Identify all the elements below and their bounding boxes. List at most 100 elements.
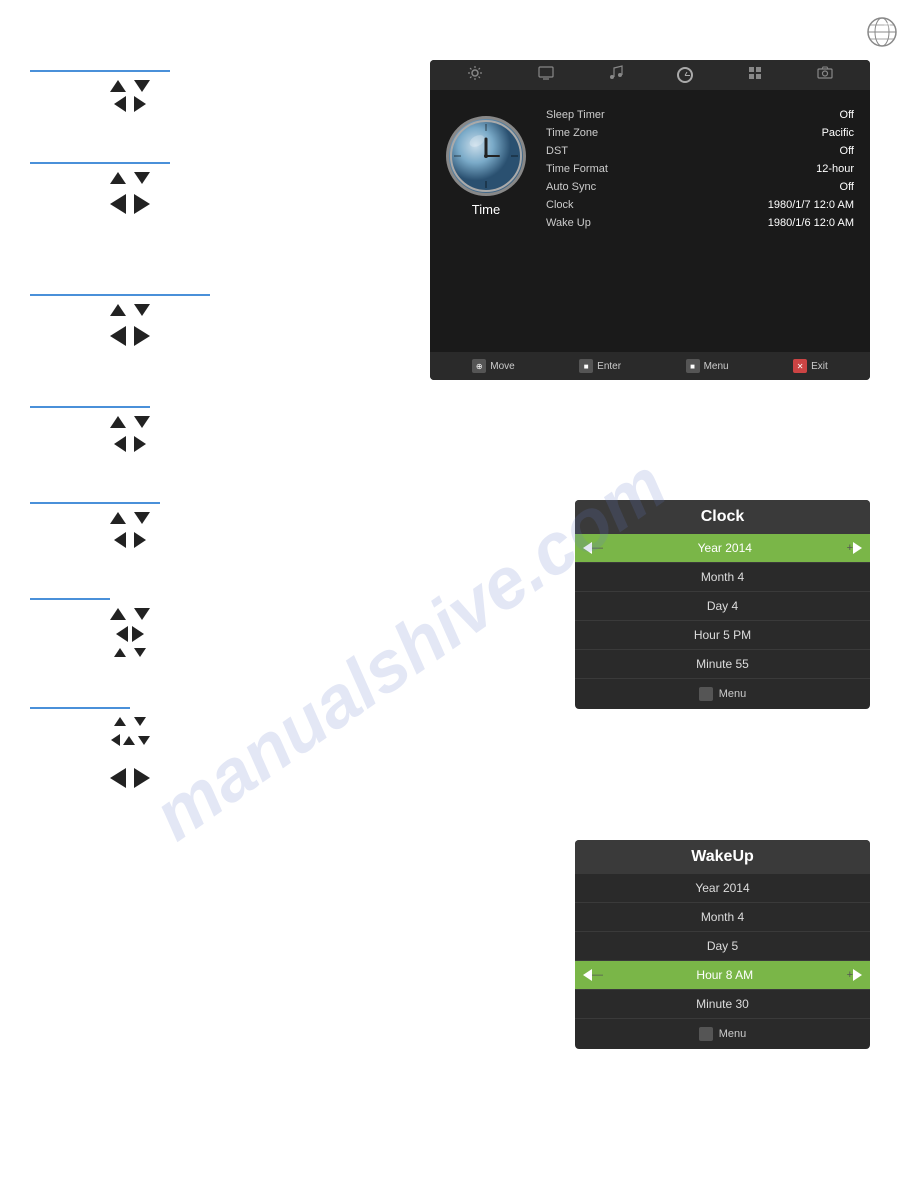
clock-minute-row[interactable]: Minute 55 (575, 650, 870, 679)
wakeup-hour-left-arrow[interactable] (583, 969, 592, 981)
arrow-down-icon[interactable] (134, 512, 150, 524)
wakeup-hour-minus[interactable]: — (592, 969, 603, 981)
wakeup-month-row[interactable]: Month 4 (575, 903, 870, 932)
camera-toolbar-icon (817, 66, 833, 84)
arrows-6 (30, 608, 230, 657)
section-divider-5 (30, 502, 160, 504)
arrow-up-sm-icon[interactable] (114, 648, 126, 657)
arrow-up-sm-icon[interactable] (123, 736, 135, 745)
arrows-7 (30, 717, 230, 788)
arrow-right-large-icon[interactable] (134, 768, 150, 788)
arrow-down-icon[interactable] (134, 608, 150, 620)
arrow-left-icon[interactable] (114, 532, 126, 548)
setting-clock: Clock 1980/1/7 12:0 AM (546, 196, 854, 214)
section-divider-2 (30, 162, 170, 164)
nav-section-4 (30, 406, 230, 452)
setting-auto-sync: Auto Sync Off (546, 178, 854, 196)
clock-image (446, 116, 526, 196)
section-divider-6 (30, 598, 110, 600)
gear-toolbar-icon (467, 65, 483, 86)
arrow-right-icon[interactable] (134, 96, 146, 112)
arrow-left-sm-icon[interactable] (111, 734, 120, 746)
arrow-left-large-icon[interactable] (110, 194, 126, 214)
setting-time-zone: Time Zone Pacific (546, 124, 854, 142)
arrow-left-large-icon[interactable] (110, 326, 126, 346)
setting-dst: DST Off (546, 142, 854, 160)
wakeup-panel-bottom: Menu (575, 1019, 870, 1049)
music-toolbar-icon (609, 65, 623, 86)
clock-toolbar-icon (677, 67, 693, 83)
clock-panel-title: Clock (575, 500, 870, 534)
time-settings-list: Sleep Timer Off Time Zone Pacific DST Of… (546, 106, 854, 232)
clock-year-row[interactable]: — Year 2014 + (575, 534, 870, 563)
arrow-left-icon[interactable] (114, 96, 126, 112)
arrow-up-icon[interactable] (110, 80, 126, 92)
section-divider-4 (30, 406, 150, 408)
clock-day-row[interactable]: Day 4 (575, 592, 870, 621)
clock-year-right-arrow[interactable] (853, 542, 862, 554)
arrow-down-icon[interactable] (134, 172, 150, 184)
clock-year-minus[interactable]: — (592, 542, 603, 554)
menu-icon: ■ (686, 359, 700, 373)
arrow-right-large-icon[interactable] (134, 326, 150, 346)
arrows-3 (30, 304, 230, 346)
arrow-left-large-icon[interactable] (110, 768, 126, 788)
arrow-down-sm-icon[interactable] (134, 717, 146, 726)
clock-panel: Clock — Year 2014 + Month 4 Day 4 Hour 5… (575, 500, 870, 709)
arrow-left-icon[interactable] (116, 626, 128, 642)
exit-button[interactable]: ✕ Exit (793, 359, 828, 373)
grid-toolbar-icon (748, 66, 762, 85)
clock-menu-icon (699, 687, 713, 701)
enter-button[interactable]: ■ Enter (579, 359, 621, 373)
menu-button[interactable]: ■ Menu (686, 359, 729, 373)
wakeup-minute-row[interactable]: Minute 30 (575, 990, 870, 1019)
arrow-down-icon[interactable] (134, 304, 150, 316)
arrow-up-sm-icon[interactable] (114, 717, 126, 726)
move-button[interactable]: ⊕ Move (472, 359, 514, 373)
globe-icon (866, 16, 898, 48)
clock-hour-row[interactable]: Hour 5 PM (575, 621, 870, 650)
nav-section-6 (30, 598, 230, 657)
wakeup-panel-title: WakeUp (575, 840, 870, 874)
arrow-right-icon[interactable] (132, 626, 144, 642)
arrow-down-icon[interactable] (134, 416, 150, 428)
section-divider-7 (30, 707, 130, 709)
time-label: Time (472, 202, 500, 217)
exit-icon: ✕ (793, 359, 807, 373)
arrow-up-icon[interactable] (110, 304, 126, 316)
time-menu-toolbar (430, 60, 870, 90)
nav-section-7 (30, 707, 230, 788)
monitor-toolbar-icon (538, 66, 554, 85)
arrow-down-sm-icon[interactable] (134, 648, 146, 657)
arrow-up-icon[interactable] (110, 172, 126, 184)
arrow-right-icon[interactable] (134, 436, 146, 452)
move-icon: ⊕ (472, 359, 486, 373)
nav-section-2 (30, 162, 230, 214)
wakeup-hour-right-arrow[interactable] (853, 969, 862, 981)
arrow-right-large-icon[interactable] (134, 194, 150, 214)
arrow-down-sm-icon[interactable] (138, 736, 150, 745)
arrow-up-icon[interactable] (110, 608, 126, 620)
nav-section-3 (30, 294, 230, 346)
wakeup-day-row[interactable]: Day 5 (575, 932, 870, 961)
arrows-5 (30, 512, 230, 548)
arrow-up-icon[interactable] (110, 512, 126, 524)
time-menu-bottom-bar: ⊕ Move ■ Enter ■ Menu ✕ Exit (430, 352, 870, 380)
nav-section-1 (30, 70, 230, 112)
arrow-right-icon[interactable] (134, 532, 146, 548)
section-divider-3 (30, 294, 210, 296)
wakeup-year-row[interactable]: Year 2014 (575, 874, 870, 903)
time-menu-content: Time Sleep Timer Off Time Zone Pacific D… (430, 90, 870, 248)
enter-icon: ■ (579, 359, 593, 373)
section-divider-1 (30, 70, 170, 72)
arrow-up-icon[interactable] (110, 416, 126, 428)
arrows-1 (30, 80, 230, 112)
arrows-4 (30, 416, 230, 452)
arrow-down-icon[interactable] (134, 80, 150, 92)
wakeup-menu-icon (699, 1027, 713, 1041)
clock-year-left-arrow[interactable] (583, 542, 592, 554)
arrow-left-icon[interactable] (114, 436, 126, 452)
clock-month-row[interactable]: Month 4 (575, 563, 870, 592)
setting-sleep-timer: Sleep Timer Off (546, 106, 854, 124)
wakeup-hour-row[interactable]: — Hour 8 AM + (575, 961, 870, 990)
